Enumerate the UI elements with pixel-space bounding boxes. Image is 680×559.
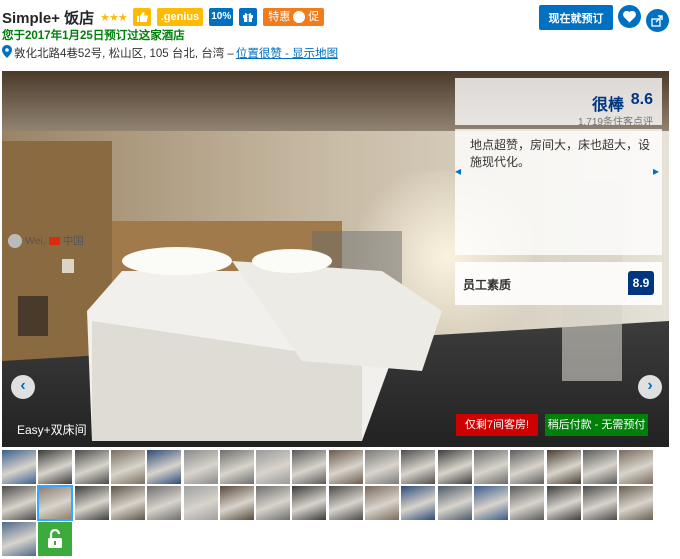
map-pin-icon: [2, 45, 12, 61]
promo-label: 特惠: [268, 11, 291, 23]
photo-thumbnail[interactable]: [256, 450, 291, 484]
reserve-now-button[interactable]: 现在就预订: [539, 5, 613, 30]
china-flag-icon: [48, 236, 60, 245]
photo-thumbnail[interactable]: [437, 486, 472, 520]
photo-thumbnail[interactable]: [401, 450, 436, 484]
room-photo: [2, 71, 669, 447]
photo-thumbnail[interactable]: [510, 486, 545, 520]
address-text: 敦化北路4巷52号, 松山区, 105 台北, 台湾 –: [14, 48, 234, 60]
star-rating: ★★★: [100, 11, 128, 24]
share-button[interactable]: [646, 9, 669, 32]
gift-icon[interactable]: [239, 8, 258, 26]
photo-caption: Easy+双床间: [17, 423, 87, 437]
hotel-name: Simple+ 饭店: [2, 9, 95, 27]
photo-thumbnail[interactable]: [2, 450, 36, 484]
photo-thumbnail[interactable]: [183, 486, 218, 520]
main-photo-gallery[interactable]: ‹ › Easy+双床间 仅剩7间客房! 稍后付款 - 无需预付 很棒 8.6 …: [2, 71, 669, 447]
photo-thumbnail[interactable]: [183, 450, 218, 484]
photo-thumbnail[interactable]: [437, 450, 472, 484]
photo-thumbnail[interactable]: [147, 486, 182, 520]
photo-thumbnail[interactable]: [2, 522, 36, 556]
review-count: 1,719条住客点评: [577, 117, 653, 128]
photo-thumbnail[interactable]: [328, 486, 363, 520]
photo-thumbnail[interactable]: [2, 486, 36, 520]
review-next-button[interactable]: ▸: [653, 164, 663, 180]
genius-badge[interactable]: .genius: [156, 8, 204, 26]
photo-thumbnail[interactable]: [582, 450, 617, 484]
photo-thumbnail[interactable]: [74, 450, 109, 484]
photo-thumbnail[interactable]: [38, 450, 73, 484]
photo-thumbnail[interactable]: [292, 486, 327, 520]
photo-thumbnail[interactable]: [110, 450, 145, 484]
reviewer-country: 中国: [62, 235, 84, 247]
staff-rating-label: 员工素质: [463, 278, 512, 292]
save-heart-button[interactable]: [618, 5, 641, 28]
photo-thumbnail[interactable]: [401, 486, 436, 520]
photo-thumbnail[interactable]: [473, 450, 508, 484]
show-map-link[interactable]: 位置很赞 - 显示地图: [236, 45, 338, 61]
photo-thumbnail[interactable]: [365, 486, 399, 520]
previous-booking-note: 您于2017年1月25日预订过这家酒店: [2, 30, 185, 42]
unlock-icon: [48, 529, 63, 548]
review-score: 8.6: [630, 91, 653, 108]
staff-rating-card: 员工素质 8.9: [455, 262, 662, 305]
photo-thumbnail[interactable]: [110, 486, 145, 520]
photo-thumbnail[interactable]: [546, 450, 581, 484]
unlock-more-photos-button[interactable]: [38, 522, 73, 556]
promo-suffix: 促: [308, 11, 320, 23]
share-icon: [651, 14, 663, 27]
thumbs-up-icon[interactable]: [132, 8, 151, 26]
review-prev-button[interactable]: ◂: [455, 164, 465, 180]
photo-thumbnail[interactable]: [74, 486, 109, 520]
reviewer-name: Wei,: [25, 234, 46, 247]
review-score-card[interactable]: 很棒 8.6 1,719条住客点评: [455, 78, 662, 128]
reviewer-avatar-icon: [8, 233, 22, 248]
photo-thumbnail[interactable]: [619, 450, 654, 484]
photo-thumbnail[interactable]: [292, 450, 327, 484]
promo-clock-icon: [293, 11, 306, 23]
hotel-title-row: Simple+ 饭店 ★★★ .genius 10% 特惠 促: [2, 6, 325, 28]
rooms-left-alert: 仅剩7间客房!: [456, 414, 538, 436]
photo-thumbnail[interactable]: [473, 486, 508, 520]
photo-thumbnail[interactable]: [256, 486, 291, 520]
photo-thumbnail[interactable]: [37, 485, 74, 521]
heart-icon: [623, 10, 636, 22]
discount-badge: 10%: [209, 8, 234, 26]
photo-thumbnail[interactable]: [328, 450, 363, 484]
promo-badge[interactable]: 特惠 促: [263, 8, 325, 26]
photo-thumbnail[interactable]: [510, 450, 545, 484]
photo-thumbnail[interactable]: [219, 486, 254, 520]
photo-prev-button[interactable]: ‹: [11, 375, 35, 399]
review-quote-card: 地点超赞，房间大，床也超大，设施现代化。 ◂ ▸: [455, 129, 662, 255]
photo-thumbnail[interactable]: [365, 450, 399, 484]
photo-next-button[interactable]: ›: [638, 375, 662, 399]
review-quote: 地点超赞，房间大，床也超大，设施现代化。: [470, 138, 651, 169]
photo-thumbnail[interactable]: [582, 486, 617, 520]
photo-thumbnail[interactable]: [147, 450, 182, 484]
photo-thumbnail[interactable]: [219, 450, 254, 484]
pay-later-badge: 稍后付款 - 无需预付: [545, 414, 648, 436]
photo-thumbnail[interactable]: [619, 486, 654, 520]
address-row: 敦化北路4巷52号, 松山区, 105 台北, 台湾 – 位置很赞 - 显示地图: [2, 45, 338, 61]
staff-rating-score: 8.9: [628, 271, 654, 295]
review-word: 很棒: [591, 97, 624, 114]
photo-thumbnail[interactable]: [546, 486, 581, 520]
reviewer-info: Wei, 中国: [8, 233, 84, 248]
